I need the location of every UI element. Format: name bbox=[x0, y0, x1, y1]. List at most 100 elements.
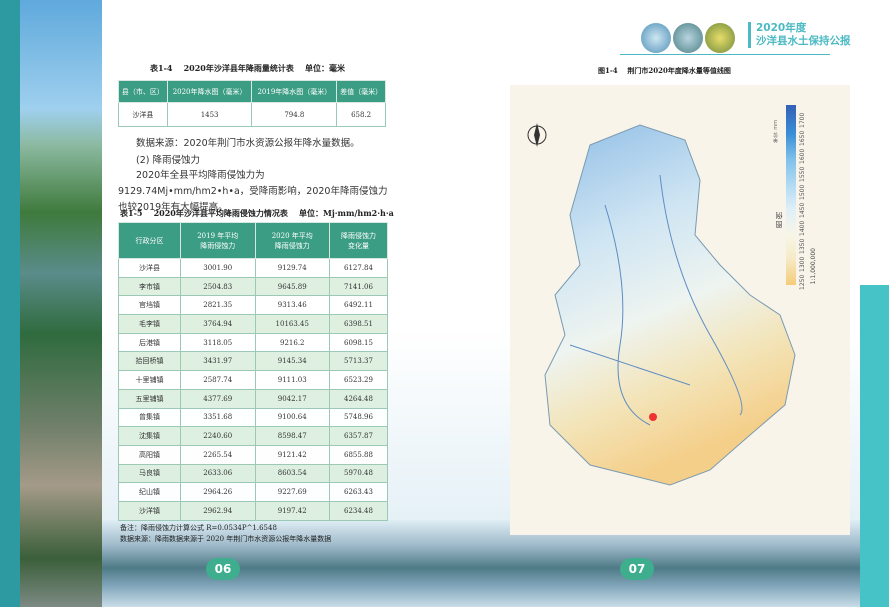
table-row: 十里铺镇 2587.74 9111.03 6523.29 bbox=[118, 370, 388, 390]
cell: 2265.54 bbox=[180, 444, 256, 465]
cell: 4264.48 bbox=[329, 388, 388, 409]
cell: 5970.48 bbox=[329, 463, 388, 484]
cell: 6263.43 bbox=[329, 482, 388, 502]
city-marker bbox=[649, 413, 657, 421]
table-row: 李市镇 2504.83 9645.89 7141.06 bbox=[118, 276, 388, 297]
cell: 9121.42 bbox=[254, 444, 330, 465]
header-cell: 2019 年平均 降雨侵蚀力 bbox=[180, 222, 256, 259]
cell: 3351.68 bbox=[180, 407, 256, 428]
cell: 7141.06 bbox=[329, 276, 388, 297]
page-number-left: 06 bbox=[206, 558, 240, 580]
legend-tick: 1350 bbox=[799, 238, 806, 254]
cell: 8603.54 bbox=[254, 463, 330, 484]
cell: 十里铺镇 bbox=[118, 370, 181, 390]
data-source-text: 数据来源：2020年荆门市水资源公报年降水量数据。 bbox=[136, 138, 360, 149]
cell: 马良镇 bbox=[118, 463, 181, 484]
cell: 曾集镇 bbox=[118, 407, 181, 428]
cell: 毛李镇 bbox=[118, 314, 181, 334]
right-decor-bar bbox=[860, 285, 889, 607]
table-row: 马良镇 2633.06 8603.54 5970.48 bbox=[118, 463, 388, 484]
map-caption: 图1-4 荆门市2020年度降水量等值线图 bbox=[598, 66, 731, 75]
report-year: 2020年度 bbox=[756, 22, 807, 34]
cell: 高阳镇 bbox=[118, 444, 181, 465]
report-title: 2020年度 沙洋县水土保持公报 bbox=[748, 22, 851, 48]
header-cell: 2020年降水图（毫米） bbox=[166, 80, 253, 103]
cell: 3431.97 bbox=[180, 351, 256, 372]
section-heading: (2) 降雨侵蚀力 bbox=[136, 155, 200, 166]
header-rule bbox=[620, 54, 830, 55]
header-photo-2 bbox=[673, 23, 703, 53]
map-scale: 1:1,000,000 bbox=[810, 248, 817, 285]
cell: 沙洋县 bbox=[118, 102, 168, 127]
legend-tick: 1250 bbox=[799, 274, 806, 290]
cell: 9129.74 bbox=[254, 258, 330, 278]
cell: 9111.03 bbox=[254, 370, 330, 390]
compass-icon bbox=[527, 123, 547, 147]
header-cell: 2019年降水图（毫米） bbox=[251, 80, 338, 103]
legend-tick: 1600 bbox=[799, 148, 806, 164]
cell: 后港镇 bbox=[118, 332, 181, 353]
legend-tick: 1500 bbox=[799, 184, 806, 200]
cell: 沙洋镇 bbox=[118, 500, 181, 521]
cell: 3001.90 bbox=[180, 258, 256, 278]
header-photo-3 bbox=[705, 23, 735, 53]
cell: 8598.47 bbox=[254, 426, 330, 446]
jingmen-boundary bbox=[544, 124, 796, 486]
cell: 6127.84 bbox=[329, 258, 388, 278]
legend-color-bar bbox=[786, 105, 796, 285]
header-cell: 降雨侵蚀力 变化量 bbox=[329, 222, 388, 259]
cell: 2504.83 bbox=[180, 276, 256, 297]
header-cell: 行政分区 bbox=[118, 222, 181, 259]
table-row: 五里铺镇 4377.69 9042.17 4264.48 bbox=[118, 388, 388, 409]
report-name: 沙洋县水土保持公报 bbox=[756, 35, 851, 47]
legend-tick: 1450 bbox=[799, 202, 806, 218]
cell: 6234.48 bbox=[329, 500, 388, 521]
cell: 3764.94 bbox=[180, 314, 256, 334]
left-decor-bar bbox=[0, 0, 20, 607]
table-1-5-caption: 表1-5 2020年沙洋县平均降雨侵蚀力情况表 单位：Mj·mm/hm2·h·a bbox=[120, 208, 394, 218]
cell: 6855.88 bbox=[329, 444, 388, 465]
header-photo-1 bbox=[641, 23, 671, 53]
cell: 9145.34 bbox=[254, 351, 330, 372]
table-row: 纪山镇 2964.26 9227.69 6263.43 bbox=[118, 482, 388, 502]
cell: 9227.69 bbox=[254, 482, 330, 502]
page-number-right: 07 bbox=[620, 558, 654, 580]
table-row: 毛李镇 3764.94 10163.45 6398.51 bbox=[118, 314, 388, 334]
cell: 沈集镇 bbox=[118, 426, 181, 446]
cell: 9216.2 bbox=[254, 332, 330, 353]
table-row: 高阳镇 2265.54 9121.42 6855.88 bbox=[118, 444, 388, 465]
cell: 五里铺镇 bbox=[118, 388, 181, 409]
cell: 9100.64 bbox=[254, 407, 330, 428]
cell: 2964.26 bbox=[180, 482, 256, 502]
cell: 794.8 bbox=[251, 102, 338, 127]
cell: 纪山镇 bbox=[118, 482, 181, 502]
table-row: 沙洋镇 2962.94 9197.42 6234.48 bbox=[118, 500, 388, 521]
cell: 658.2 bbox=[336, 102, 386, 127]
cell: 2962.94 bbox=[180, 500, 256, 521]
cell: 10163.45 bbox=[254, 314, 330, 334]
legend-tick: 1700 bbox=[799, 112, 806, 128]
cell: 5713.37 bbox=[329, 351, 388, 372]
cell: 官垱镇 bbox=[118, 295, 181, 316]
table-row: 官垱镇 2821.35 9313.46 6492.11 bbox=[118, 295, 388, 316]
table-row: 曾集镇 3351.68 9100.64 5748.96 bbox=[118, 407, 388, 428]
cell: 9645.89 bbox=[254, 276, 330, 297]
table-1-4-caption: 表1-4 2020年沙洋县年降雨量统计表 单位：毫米 bbox=[150, 63, 345, 73]
cell: 沙洋县 bbox=[118, 258, 181, 278]
cell: 9313.46 bbox=[254, 295, 330, 316]
table-row: 沈集镇 2240.60 8598.47 6357.87 bbox=[118, 426, 388, 446]
legend-tick: 1300 bbox=[799, 256, 806, 272]
cell: 2633.06 bbox=[180, 463, 256, 484]
header-cell: 差值（毫米） bbox=[336, 80, 386, 103]
header-cell: 县（市、区） bbox=[118, 80, 168, 103]
legend-tick: 1550 bbox=[799, 166, 806, 182]
legend-tick: 1650 bbox=[799, 130, 806, 146]
table-source: 数据来源：降雨数据来源于 2020 年荆门市水资源公报年降水量数据 bbox=[120, 535, 332, 543]
cell: 5748.96 bbox=[329, 407, 388, 428]
cell: 6098.15 bbox=[329, 332, 388, 353]
cell: 9042.17 bbox=[254, 388, 330, 409]
table-note: 备注：降雨侵蚀力计算公式 R=0.0534P^1.6548 bbox=[120, 524, 277, 532]
header-cell: 2020 年平均 降雨侵蚀力 bbox=[254, 222, 330, 259]
legend-title: 图 例 bbox=[775, 212, 783, 229]
table-row: 拾回桥镇 3431.97 9145.34 5713.37 bbox=[118, 351, 388, 372]
